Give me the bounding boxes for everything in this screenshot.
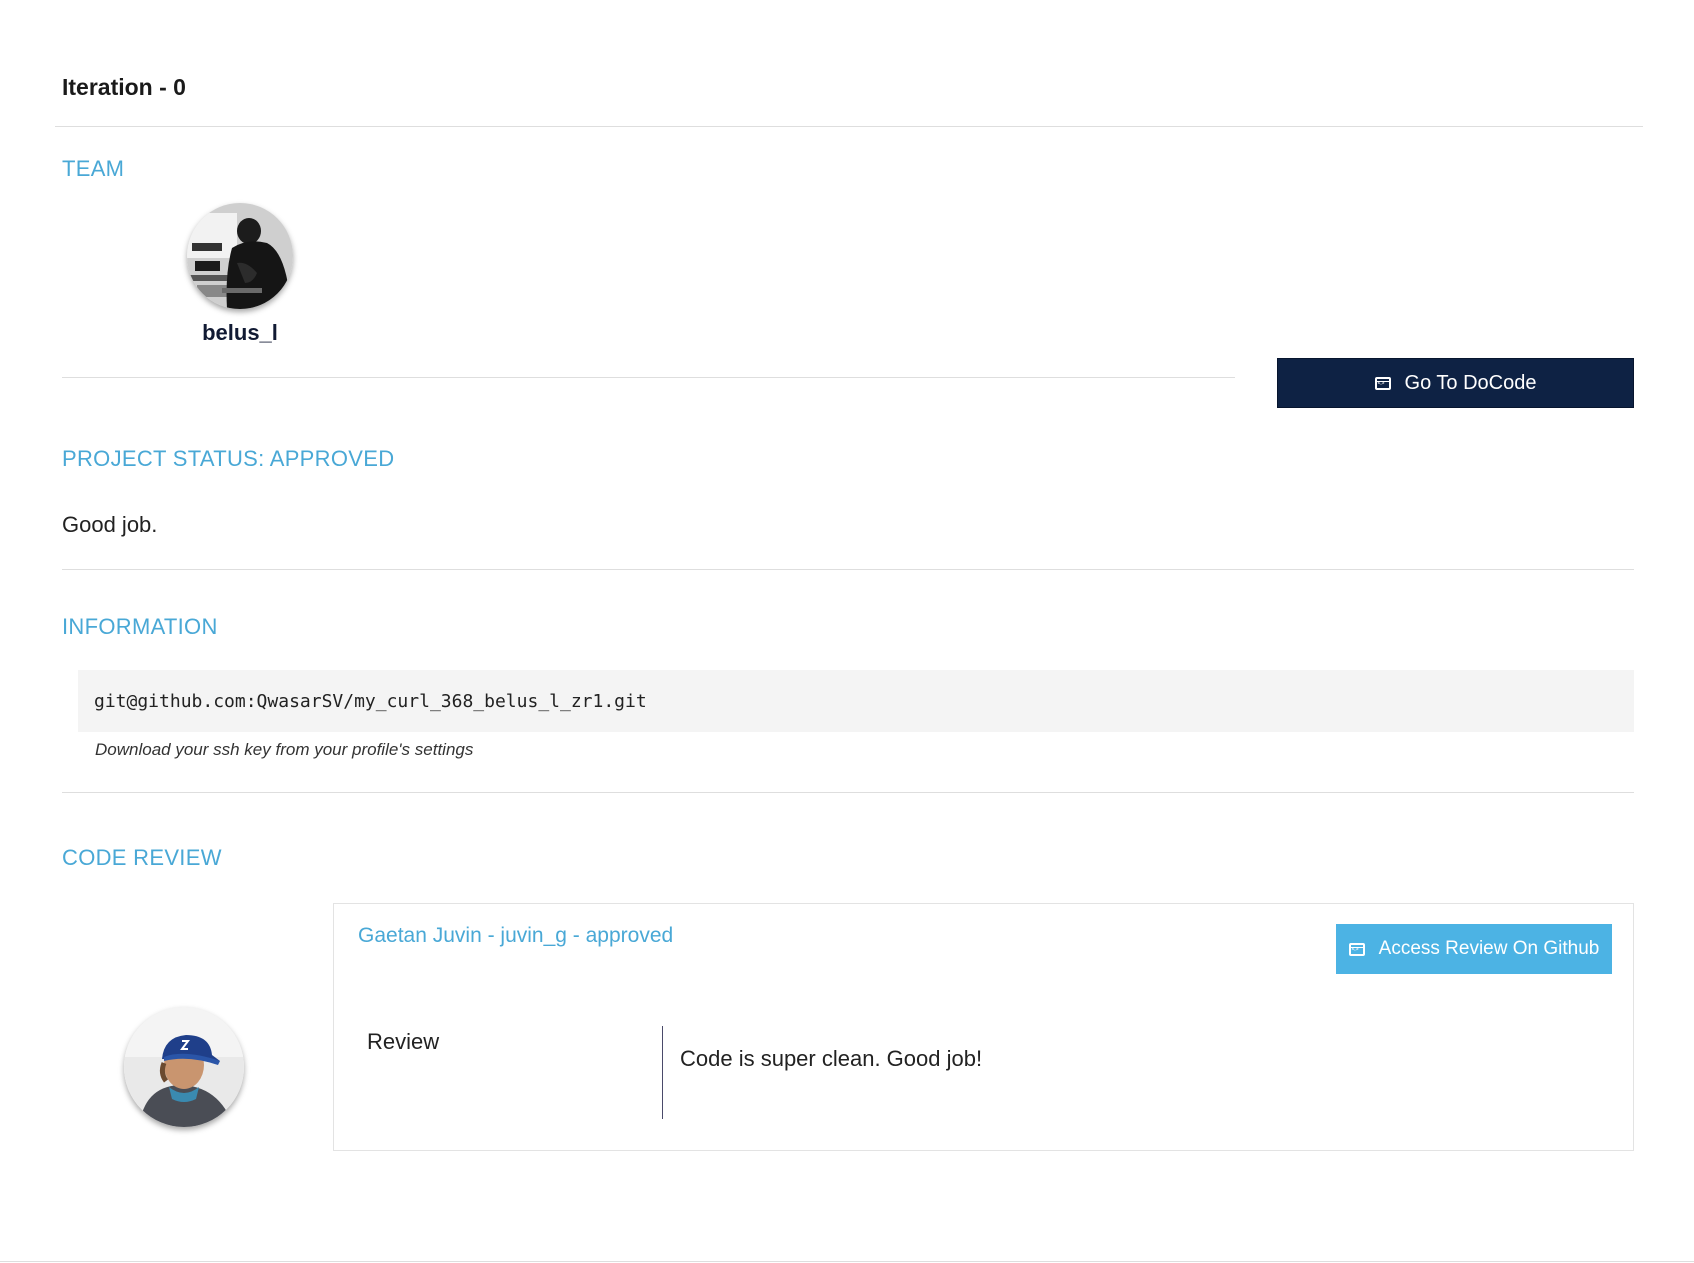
team-member-avatar[interactable] xyxy=(187,203,293,309)
ssh-key-hint: Download your ssh key from your profile'… xyxy=(95,740,474,759)
information-heading: INFORMATION xyxy=(62,614,218,639)
team-heading: TEAM xyxy=(62,156,125,181)
project-status-comment: Good job. xyxy=(62,512,158,537)
code-review-heading: CODE REVIEW xyxy=(62,845,222,870)
access-review-github-button[interactable]: Access Review On Github xyxy=(1336,924,1612,974)
reviewer-avatar[interactable] xyxy=(124,1007,244,1127)
review-label: Review xyxy=(367,1029,440,1054)
go-to-docode-label: Go To DoCode xyxy=(1404,371,1537,394)
reviewer-status[interactable]: Gaetan Juvin - juvin_g - approved xyxy=(358,924,673,948)
avatar-photo xyxy=(124,1007,244,1127)
information-divider xyxy=(62,792,1634,793)
iteration-title: Iteration - 0 xyxy=(62,74,186,100)
repo-url[interactable]: git@github.com:QwasarSV/my_curl_368_belu… xyxy=(94,691,647,712)
review-vertical-divider xyxy=(662,1026,663,1119)
footer-divider xyxy=(0,1261,1694,1262)
repo-url-box[interactable]: git@github.com:QwasarSV/my_curl_368_belu… xyxy=(78,670,1634,732)
project-status-heading: PROJECT STATUS: APPROVED xyxy=(62,446,395,471)
code-window-icon xyxy=(1348,942,1365,956)
review-text: Code is super clean. Good job! xyxy=(680,1046,983,1071)
access-review-github-label: Access Review On Github xyxy=(1378,938,1600,959)
status-divider xyxy=(62,569,1634,570)
header-divider xyxy=(55,126,1643,127)
code-window-icon xyxy=(1374,376,1391,390)
team-divider xyxy=(62,377,1235,378)
team-member-username[interactable]: belus_l xyxy=(150,320,330,346)
go-to-docode-button[interactable]: Go To DoCode xyxy=(1277,358,1634,408)
avatar-photo xyxy=(187,203,293,309)
